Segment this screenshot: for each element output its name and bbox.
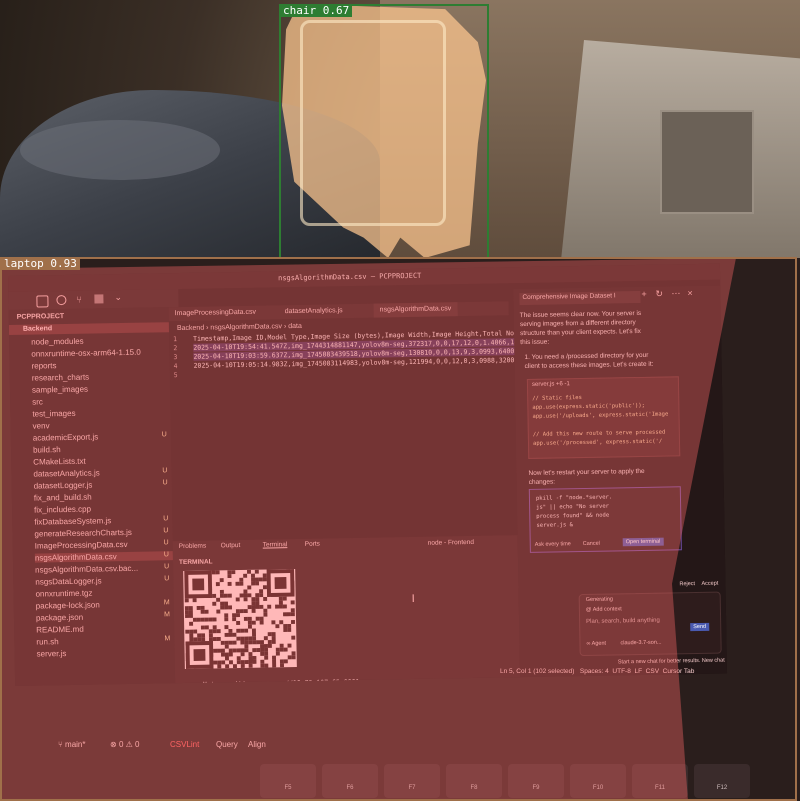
chair-detection-box	[279, 4, 489, 265]
laptop-detection-box	[0, 257, 797, 801]
chair-label-text: chair	[283, 4, 317, 17]
laptop-score-text: 0.93	[50, 257, 77, 270]
laptop-detection-label: laptop 0.93	[1, 257, 80, 270]
desk-drawer	[660, 110, 754, 214]
chair-score-text: 0.67	[322, 4, 350, 17]
bedding-fold	[20, 120, 220, 180]
photo-scene: chair 0.67 nsgsAlgorithmData.csv — PCPPR…	[0, 0, 800, 801]
laptop-label-text: laptop	[4, 257, 44, 270]
chair-detection-label: chair 0.67	[280, 4, 353, 17]
